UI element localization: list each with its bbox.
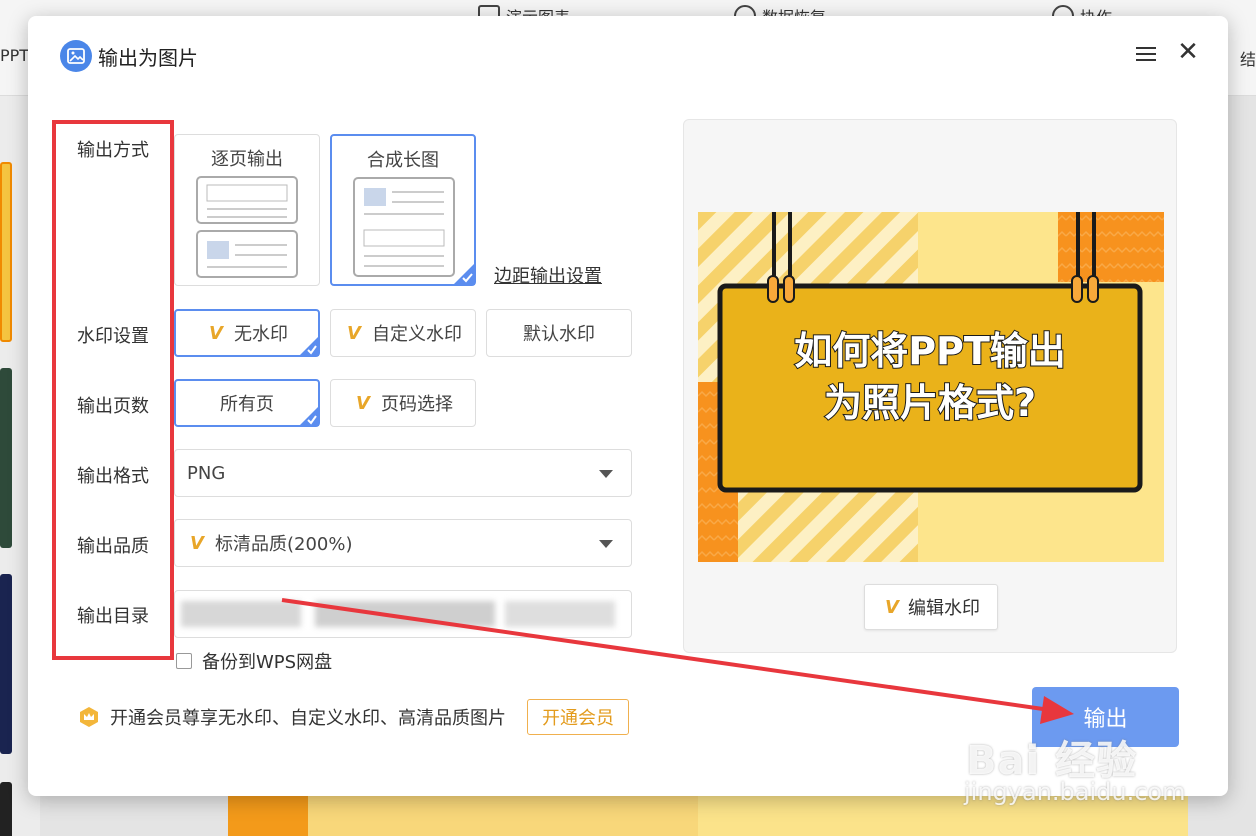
image-export-icon xyxy=(60,40,92,72)
vip-icon: V xyxy=(885,596,899,618)
mode-long-image-card[interactable]: 合成长图 xyxy=(330,134,476,286)
vip-icon: V xyxy=(347,322,361,344)
dialog-title: 输出为图片 xyxy=(98,46,198,70)
vip-icon: V xyxy=(209,322,223,344)
label-pages: 输出页数 xyxy=(77,396,149,417)
watermark-custom-label: 自定义水印 xyxy=(372,324,462,345)
slide-preview: 如何将PPT输出 为照片格式? xyxy=(698,212,1164,562)
vip-icon: V xyxy=(190,532,204,554)
edit-watermark-button[interactable]: V 编辑水印 xyxy=(864,584,998,630)
label-format: 输出格式 xyxy=(77,466,149,487)
label-directory: 输出目录 xyxy=(77,606,149,627)
become-member-button[interactable]: 开通会员 xyxy=(527,699,629,735)
pages-all-label: 所有页 xyxy=(220,394,274,415)
slide-title-line1: 如何将PPT输出 xyxy=(794,329,1066,373)
watermark-none-label: 无水印 xyxy=(234,324,288,345)
watermark-custom-option[interactable]: V 自定义水印 xyxy=(330,309,476,357)
backup-row[interactable]: 备份到WPS网盘 xyxy=(176,648,332,674)
dialog-header: 输出为图片 ✕ xyxy=(28,16,1228,96)
member-promo: 开通会员尊享无水印、自定义水印、高清品质图片 xyxy=(78,704,506,730)
label-quality: 输出品质 xyxy=(77,536,149,557)
slide-thumbnail[interactable] xyxy=(0,368,12,548)
selected-check-icon xyxy=(299,406,319,426)
slide-preview-art: 如何将PPT输出 为照片格式? xyxy=(698,212,1164,562)
chevron-down-icon xyxy=(599,540,613,548)
quality-select[interactable]: V 标清品质(200%) xyxy=(174,519,632,567)
label-watermark: 水印设置 xyxy=(77,326,149,347)
slide-title-line2: 为照片格式? xyxy=(824,381,1036,425)
backup-checkbox[interactable] xyxy=(176,653,192,669)
chevron-down-icon xyxy=(599,470,613,478)
toolbar-left-label[interactable]: PPT xyxy=(0,46,29,65)
watermark-default-option[interactable]: 默认水印 xyxy=(486,309,632,357)
blurred-path xyxy=(505,601,615,627)
export-button[interactable]: 输出 xyxy=(1032,687,1179,747)
quality-select-value: 标清品质(200%) xyxy=(215,534,353,555)
annotation-highlight-box xyxy=(52,120,174,660)
watermark-none-option[interactable]: V 无水印 xyxy=(174,309,320,357)
edit-watermark-label: 编辑水印 xyxy=(908,598,980,619)
backup-label: 备份到WPS网盘 xyxy=(202,652,333,673)
mode-per-page-card[interactable]: 逐页输出 xyxy=(174,134,320,286)
pages-select-option[interactable]: V 页码选择 xyxy=(330,379,476,427)
long-image-illustration xyxy=(353,177,455,277)
slide-thumbnail[interactable] xyxy=(0,574,12,754)
slide-canvas-edge xyxy=(228,796,1188,836)
menu-icon[interactable] xyxy=(1136,44,1156,64)
selected-check-icon xyxy=(453,263,475,285)
watermark-default-label: 默认水印 xyxy=(523,324,595,345)
slide-thumbnail[interactable] xyxy=(0,162,12,342)
output-directory-input[interactable] xyxy=(174,590,632,638)
toolbar-right-label[interactable]: 结 xyxy=(1240,46,1256,70)
vip-icon: V xyxy=(356,392,370,414)
preview-panel: 如何将PPT输出 为照片格式? V 编辑水印 xyxy=(683,119,1177,653)
mode-long-image-label: 合成长图 xyxy=(367,150,439,171)
blurred-path xyxy=(181,601,301,627)
selected-check-icon xyxy=(299,336,319,356)
blurred-path xyxy=(315,601,495,627)
pages-select-label: 页码选择 xyxy=(381,394,453,415)
slide-canvas-pattern xyxy=(228,796,1188,836)
vip-crown-icon xyxy=(80,707,98,727)
format-select-value: PNG xyxy=(187,462,226,484)
per-page-illustration xyxy=(196,176,298,278)
label-output-mode: 输出方式 xyxy=(77,140,149,161)
margin-settings-link[interactable]: 边距输出设置 xyxy=(494,262,602,288)
slide-thumbnail[interactable] xyxy=(0,782,12,836)
pages-all-option[interactable]: 所有页 xyxy=(174,379,320,427)
mode-per-page-label: 逐页输出 xyxy=(211,149,283,170)
export-image-dialog: 输出为图片 ✕ 输出方式 水印设置 输出页数 输出格式 输出品质 输出目录 逐页… xyxy=(28,16,1228,796)
format-select[interactable]: PNG xyxy=(174,449,632,497)
close-icon[interactable]: ✕ xyxy=(1174,38,1202,66)
member-promo-text: 开通会员尊享无水印、自定义水印、高清品质图片 xyxy=(110,708,506,729)
